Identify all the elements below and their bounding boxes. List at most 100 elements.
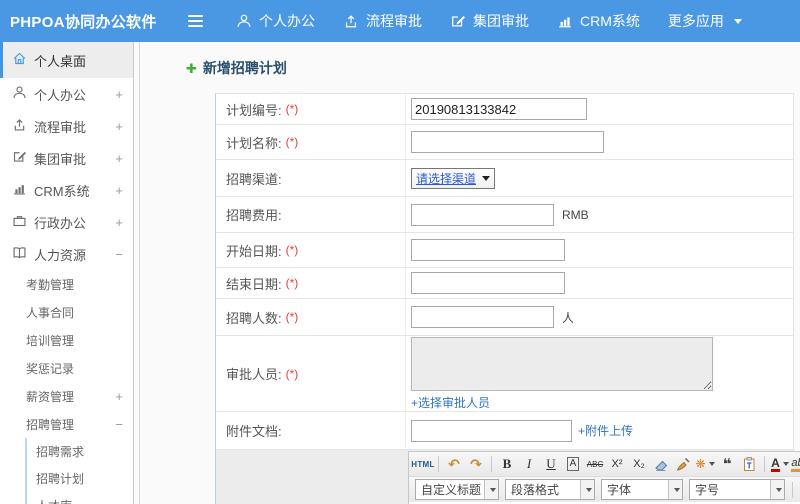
fee-row: 招聘费用: RMB	[216, 197, 793, 233]
superscript-button[interactable]: X²	[607, 454, 627, 474]
channel-row: 招聘渠道: 请选择渠道	[216, 160, 793, 197]
sidebar-item-label: 招聘需求	[36, 445, 85, 459]
headcount-input[interactable]	[411, 306, 554, 328]
sidebar-item-talent-pool[interactable]: 人才库	[27, 492, 133, 504]
sidebar-item-crm-system[interactable]: CRM系统 +	[0, 174, 133, 206]
chevron-down-icon	[586, 487, 592, 492]
expand-icon[interactable]: +	[115, 215, 123, 230]
collapse-icon[interactable]: −	[115, 247, 123, 262]
font-size-dropdown[interactable]: 字号	[689, 479, 785, 500]
chevron-down-icon	[782, 462, 789, 466]
expand-icon[interactable]: +	[115, 119, 123, 134]
user-icon	[12, 85, 34, 103]
sidebar-item-label: 考勤管理	[26, 277, 75, 292]
chevron-down-icon	[708, 462, 715, 466]
sidebar-item-label: 招聘管理	[26, 417, 75, 432]
nav-item-personal-office[interactable]: 个人办公	[236, 11, 315, 31]
submit-arrow-icon	[12, 117, 34, 135]
format-painter-button[interactable]: ❋	[695, 454, 715, 474]
unit-label: 人	[562, 310, 575, 325]
custom-title-dropdown[interactable]: 自定义标题	[415, 479, 499, 500]
undo-button[interactable]: ↶	[444, 454, 464, 474]
sidebar-item-salary-management[interactable]: 薪资管理 +	[0, 382, 133, 410]
paste-as-text-button[interactable]	[739, 454, 759, 474]
attachment-input[interactable]	[411, 419, 572, 442]
html-source-button[interactable]: HTML	[411, 454, 434, 474]
plan-number-row: 计划编号: (*)	[216, 94, 793, 125]
sidebar-item-hr-contract[interactable]: 人事合同	[0, 298, 133, 326]
expand-icon[interactable]: +	[115, 389, 123, 404]
eraser-button[interactable]	[651, 454, 671, 474]
sidebar-item-recruitment-plan[interactable]: 招聘计划	[27, 465, 133, 492]
nav-item-workflow-approval[interactable]: 流程审批	[343, 11, 422, 31]
select-approvers-link[interactable]: +选择审批人员	[411, 394, 490, 411]
expand-icon[interactable]: +	[115, 151, 123, 166]
italic-button[interactable]: I	[519, 454, 539, 474]
nav-item-group-approval[interactable]: 集团审批	[450, 11, 529, 31]
nav-item-more-apps[interactable]: 更多应用	[668, 11, 742, 31]
attachment-upload-link[interactable]: +附件上传	[578, 422, 633, 439]
sidebar-item-label: CRM系统	[34, 183, 90, 199]
start-date-input[interactable]	[411, 239, 565, 261]
sidebar-item-label: 人力资源	[34, 247, 87, 263]
recruitment-plan-form: 计划编号:(*) 计划名称:(*) 招聘渠道: 请选择渠道	[215, 93, 800, 504]
end-date-input[interactable]	[411, 272, 565, 294]
chevron-down-icon	[490, 487, 496, 492]
sidebar-item-training-management[interactable]: 培训管理	[0, 326, 133, 354]
hr-submenu: 考勤管理 人事合同 培训管理 奖惩记录 薪资管理 + 招聘管理 − 招聘需求 招聘计…	[0, 270, 133, 504]
nav-item-crm-system[interactable]: CRM系统	[557, 11, 640, 31]
paragraph-format-dropdown[interactable]: 段落格式	[505, 479, 595, 500]
edit-icon	[450, 13, 466, 29]
sidebar-item-personal-desktop[interactable]: 个人桌面	[0, 42, 133, 78]
blockquote-button[interactable]: ❝	[717, 454, 737, 474]
plan-name-row: 计划名称: (*)	[216, 125, 793, 160]
plan-name-input[interactable]	[411, 131, 604, 153]
sidebar-item-label: 招聘计划	[36, 472, 85, 486]
chevron-down-icon	[674, 487, 680, 492]
field-label: 结束日期:	[226, 276, 282, 292]
sidebar-item-workflow-approval[interactable]: 流程审批 +	[0, 110, 133, 142]
nav-label: CRM系统	[580, 13, 640, 29]
redo-button[interactable]: ↷	[466, 454, 486, 474]
channel-select[interactable]: 请选择渠道	[411, 167, 496, 189]
main-content: ✚ 新增招聘计划 计划编号:(*) 计划名称:(*) 招聘渠道: 请选择渠道	[140, 42, 800, 504]
strikethrough-button[interactable]: ABC	[585, 454, 605, 474]
bold-button[interactable]: B	[497, 454, 517, 474]
menu-toggle-icon[interactable]	[188, 15, 203, 27]
font-color-button[interactable]: A	[770, 454, 790, 474]
sidebar-item-reward-punishment[interactable]: 奖惩记录	[0, 354, 133, 382]
sidebar-item-attendance-management[interactable]: 考勤管理	[0, 270, 133, 298]
home-icon	[12, 51, 34, 69]
fee-input[interactable]	[411, 203, 554, 226]
sidebar-item-label: 个人办公	[34, 87, 87, 103]
field-label: 附件文档:	[226, 424, 282, 439]
headcount-row: 招聘人数: (*) 人	[216, 299, 793, 336]
nav-label: 集团审批	[473, 13, 529, 29]
page-header: ✚ 新增招聘计划	[140, 42, 800, 78]
expand-icon[interactable]: +	[115, 87, 123, 102]
required-mark: (*)	[285, 276, 299, 290]
expand-icon[interactable]: +	[115, 183, 123, 198]
sidebar-item-label: 流程审批	[34, 119, 87, 135]
sidebar-item-human-resources[interactable]: 人力资源 −	[0, 238, 133, 270]
field-label: 计划编号:	[226, 102, 282, 118]
approvers-textarea[interactable]	[411, 336, 713, 391]
collapse-icon[interactable]: −	[115, 417, 123, 432]
plan-number-input[interactable]	[411, 98, 587, 120]
font-family-dropdown[interactable]: 字体	[601, 479, 683, 500]
subscript-button[interactable]: X₂	[629, 454, 649, 474]
sidebar-item-label: 培训管理	[26, 333, 75, 348]
sidebar-item-admin-office[interactable]: 行政办公 +	[0, 206, 133, 238]
highlight-color-button[interactable]: ab	[791, 454, 800, 474]
sidebar-item-group-approval[interactable]: 集团审批 +	[0, 142, 133, 174]
sidebar-item-recruitment-management[interactable]: 招聘管理 −	[0, 410, 133, 438]
sidebar-item-label: 薪资管理	[26, 389, 75, 404]
end-date-row: 结束日期: (*)	[216, 268, 793, 299]
underline-button[interactable]: U	[541, 454, 561, 474]
sidebar-item-personal-office[interactable]: 个人办公 +	[0, 78, 133, 110]
remove-format-button[interactable]	[673, 454, 693, 474]
sidebar-item-recruitment-demand[interactable]: 招聘需求	[27, 438, 133, 465]
chevron-down-icon	[733, 18, 742, 24]
char-border-button[interactable]: A	[566, 457, 580, 471]
add-icon: ✚	[186, 60, 197, 76]
